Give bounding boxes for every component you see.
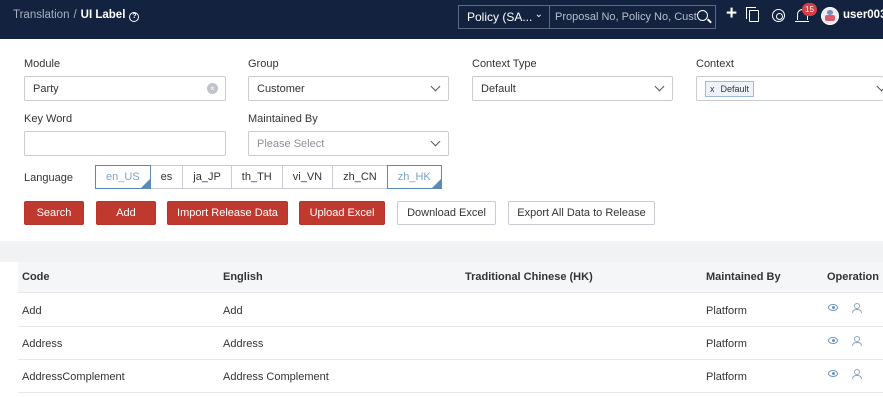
language-option-vi-vn[interactable]: vi_VN [281, 165, 334, 189]
section-divider [0, 241, 883, 262]
upload-excel-button[interactable]: Upload Excel [299, 201, 385, 225]
maintained-by-placeholder: Please Select [257, 138, 325, 150]
group-select[interactable]: Customer [248, 76, 449, 101]
breadcrumb: Translation / UI Label? [13, 9, 140, 22]
maintained-by-label: Maintained By [248, 113, 318, 125]
page-title: UI Label [80, 9, 126, 21]
search-icon[interactable] [697, 10, 708, 21]
plus-icon[interactable]: + [726, 4, 737, 23]
column-header-traditional-chinese[interactable]: Traditional Chinese (HK) [465, 271, 593, 283]
cell-maintained-by: Platform [706, 338, 747, 350]
chevron-down-icon [876, 81, 883, 92]
language-label: Language [24, 172, 73, 184]
language-option-en-us[interactable]: en_US [95, 165, 151, 189]
clear-icon[interactable]: × [207, 83, 218, 94]
context-label: Context [696, 58, 734, 70]
user-icon[interactable] [852, 336, 862, 346]
module-label: Module [24, 58, 61, 70]
search-button[interactable]: Search [24, 201, 84, 225]
module-value: Party [33, 83, 59, 95]
language-selector: en_US es ja_JP th_TH vi_VN zh_CN zh_HK [95, 165, 442, 189]
breadcrumb-parent[interactable]: Translation [13, 9, 69, 21]
cell-english: Address [223, 338, 264, 350]
view-icon[interactable] [828, 337, 838, 344]
group-label: Group [248, 58, 279, 70]
language-code: es [160, 171, 173, 183]
context-tag-label: Default [720, 84, 750, 94]
maintained-by-select[interactable]: Please Select [248, 131, 449, 156]
column-header-operation: Operation [827, 271, 879, 283]
keyword-label: Key Word [24, 113, 73, 125]
notification-badge: 15 [802, 3, 817, 16]
chevron-down-icon [430, 81, 441, 92]
copy-icon[interactable] [746, 7, 759, 22]
cell-maintained-by: Platform [706, 371, 747, 383]
help-icon[interactable]: ? [129, 12, 140, 22]
language-code: zh_CN [343, 171, 377, 183]
view-icon[interactable] [828, 370, 838, 377]
add-button[interactable]: Add [96, 201, 156, 225]
cell-code: AddressComplement [22, 371, 125, 383]
language-code: vi_VN [292, 171, 323, 183]
policy-type-value: Policy (SA... [467, 10, 533, 24]
context-tag: x Default [705, 81, 755, 97]
cell-maintained-by: Platform [706, 305, 747, 317]
avatar[interactable] [821, 7, 839, 25]
table-row: AddressComplement Address Complement Pla… [18, 360, 883, 393]
chevron-down-icon: ⌄ [534, 9, 543, 20]
keyword-input[interactable] [24, 131, 226, 156]
download-excel-button[interactable]: Download Excel [397, 201, 496, 225]
context-type-select[interactable]: Default [472, 76, 673, 101]
global-search-placeholder: Proposal No, Policy No, Cust [555, 11, 697, 23]
language-code: th_TH [241, 171, 272, 183]
global-search-input[interactable]: Proposal No, Policy No, Cust [550, 5, 716, 29]
policy-type-select[interactable]: Policy (SA... ⌄ [458, 5, 550, 29]
cell-code: Address [22, 338, 63, 350]
language-code: en_US [106, 171, 140, 183]
cell-english: Address Complement [223, 371, 329, 383]
table-row: Address Address Platform [18, 327, 883, 360]
language-code: ja_JP [193, 171, 221, 183]
language-option-es[interactable]: es [149, 165, 184, 189]
breadcrumb-separator: / [73, 9, 77, 21]
user-icon[interactable] [852, 369, 862, 379]
chevron-down-icon [654, 81, 665, 92]
column-header-maintained-by[interactable]: Maintained By [706, 271, 781, 283]
module-field[interactable]: Party × [24, 76, 226, 101]
top-bar: Translation / UI Label? Policy (SA... ⌄ Pr… [0, 0, 883, 39]
group-value: Customer [257, 83, 305, 95]
view-icon[interactable] [828, 304, 838, 311]
language-option-ja-jp[interactable]: ja_JP [182, 165, 232, 189]
tag-close-icon[interactable]: x [710, 84, 715, 94]
language-option-zh-hk[interactable]: zh_HK [386, 165, 442, 189]
cell-code: Add [22, 305, 42, 317]
table-row: Add Add Platform [18, 294, 883, 327]
context-type-value: Default [481, 83, 516, 95]
context-type-label: Context Type [472, 58, 537, 70]
cell-english: Add [223, 305, 243, 317]
username[interactable]: user003 [843, 9, 883, 21]
import-release-data-button[interactable]: Import Release Data [167, 201, 288, 225]
user-icon[interactable] [852, 303, 862, 313]
column-header-code[interactable]: Code [22, 271, 50, 283]
table-header: Code English Traditional Chinese (HK) Ma… [18, 262, 883, 293]
language-option-th-th[interactable]: th_TH [230, 165, 283, 189]
language-code: zh_HK [397, 171, 431, 183]
chevron-down-icon [430, 136, 441, 147]
target-icon[interactable] [772, 9, 785, 22]
export-all-button[interactable]: Export All Data to Release [508, 201, 655, 225]
column-header-english[interactable]: English [223, 271, 263, 283]
context-select[interactable]: x Default [696, 76, 883, 101]
language-option-zh-cn[interactable]: zh_CN [332, 165, 388, 189]
